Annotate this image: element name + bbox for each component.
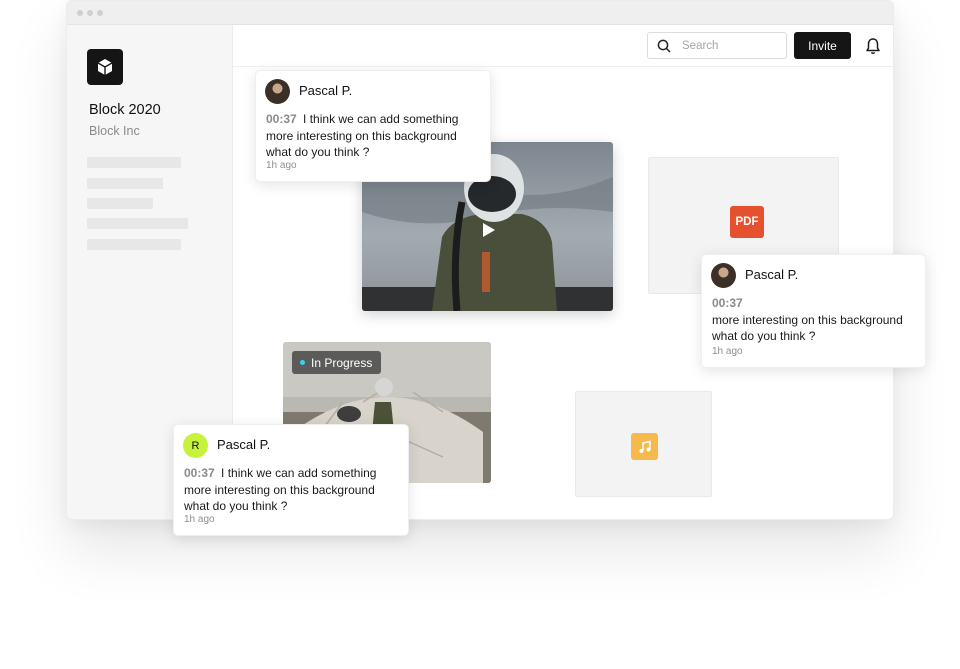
comment-card[interactable]: Pascal P. 00:37 more interesting on this… bbox=[701, 254, 926, 368]
comment-card[interactable]: R Pascal P. 00:37 I think we can add som… bbox=[173, 424, 409, 536]
status-label: In Progress bbox=[311, 355, 373, 370]
pdf-icon: PDF bbox=[730, 206, 764, 238]
audio-file-card[interactable] bbox=[575, 391, 712, 497]
comment-card[interactable]: Pascal P. 00:37 I think we can add somet… bbox=[255, 70, 491, 182]
invite-button[interactable]: Invite bbox=[794, 32, 851, 59]
search-input[interactable] bbox=[682, 39, 772, 52]
search-box[interactable] bbox=[647, 32, 787, 59]
comment-body: 00:37 I think we can add something more … bbox=[184, 465, 402, 515]
comment-age: 1h ago bbox=[712, 346, 743, 357]
workspace-logo[interactable] bbox=[87, 49, 123, 85]
cube-icon bbox=[97, 59, 113, 75]
window-titlebar bbox=[67, 1, 893, 25]
sidebar-nav-placeholder[interactable] bbox=[87, 239, 181, 250]
avatar[interactable]: R bbox=[183, 433, 208, 458]
comment-age: 1h ago bbox=[184, 514, 215, 525]
sidebar-nav-placeholder[interactable] bbox=[87, 218, 188, 229]
avatar[interactable] bbox=[265, 79, 290, 104]
window-dot[interactable] bbox=[87, 10, 93, 16]
status-dot bbox=[300, 360, 305, 365]
comment-age: 1h ago bbox=[266, 160, 297, 171]
sidebar-nav-placeholder[interactable] bbox=[87, 178, 163, 189]
comment-author: Pascal P. bbox=[745, 267, 799, 282]
music-note-icon bbox=[631, 433, 658, 460]
comment-body: 00:37 more interesting on this backgroun… bbox=[712, 295, 922, 345]
avatar[interactable] bbox=[711, 263, 736, 288]
workspace-org: Block Inc bbox=[89, 124, 140, 138]
sidebar-nav-placeholder[interactable] bbox=[87, 198, 153, 209]
window-dot[interactable] bbox=[77, 10, 83, 16]
window-dot[interactable] bbox=[97, 10, 103, 16]
status-badge: In Progress bbox=[292, 351, 382, 374]
comment-body: 00:37 I think we can add something more … bbox=[266, 111, 484, 161]
sidebar-nav-placeholder[interactable] bbox=[87, 157, 181, 168]
bell-icon[interactable] bbox=[865, 37, 881, 55]
comment-text: more interesting on this background what… bbox=[712, 312, 903, 344]
comment-timestamp[interactable]: 00:37 bbox=[712, 295, 919, 312]
comment-author: Pascal P. bbox=[299, 83, 353, 98]
workspace-name: Block 2020 bbox=[89, 102, 161, 118]
search-icon bbox=[657, 39, 671, 53]
comment-author: Pascal P. bbox=[217, 437, 271, 452]
comment-timestamp[interactable]: 00:37 bbox=[266, 112, 297, 126]
play-icon[interactable] bbox=[482, 222, 496, 238]
comment-timestamp[interactable]: 00:37 bbox=[184, 466, 215, 480]
top-bar: Invite bbox=[233, 25, 893, 67]
